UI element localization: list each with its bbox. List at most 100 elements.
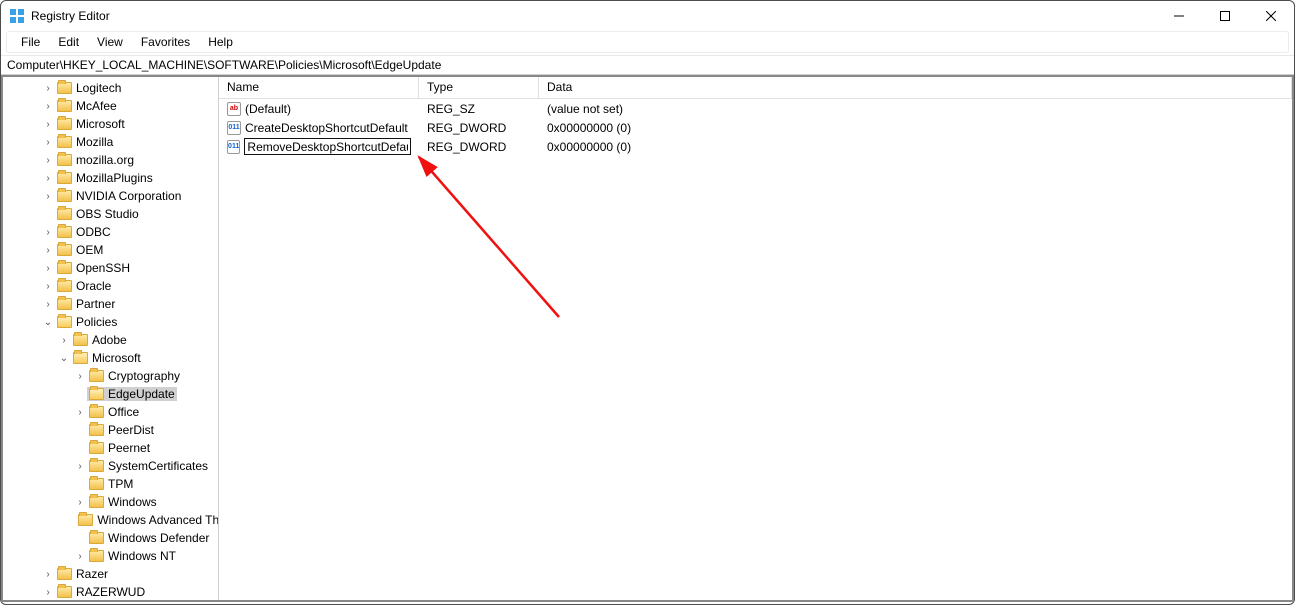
- twisty-blank: ·: [73, 389, 87, 400]
- twisty-blank: ·: [73, 443, 87, 454]
- chevron-right-icon[interactable]: ›: [57, 335, 71, 346]
- string-value-icon: ab: [227, 102, 241, 116]
- list-row[interactable]: ab(Default)REG_SZ(value not set): [219, 99, 1292, 118]
- tree-item[interactable]: › Logitech: [3, 79, 218, 97]
- address-bar[interactable]: Computer\HKEY_LOCAL_MACHINE\SOFTWARE\Pol…: [1, 55, 1294, 75]
- chevron-right-icon[interactable]: ›: [41, 263, 55, 274]
- tree-label: Razer: [75, 567, 108, 581]
- rename-input[interactable]: [244, 138, 411, 155]
- tree-item[interactable]: › mozilla.org: [3, 151, 218, 169]
- tree-item[interactable]: ·EdgeUpdate: [3, 385, 218, 403]
- folder-icon: [89, 406, 104, 418]
- chevron-right-icon[interactable]: ›: [73, 497, 87, 508]
- chevron-right-icon[interactable]: ›: [41, 83, 55, 94]
- value-type: REG_DWORD: [419, 140, 539, 154]
- tree-item[interactable]: › Microsoft: [3, 115, 218, 133]
- tree-label: Windows: [107, 495, 157, 509]
- tree-label: mozilla.org: [75, 153, 134, 167]
- chevron-right-icon[interactable]: ›: [73, 407, 87, 418]
- folder-icon: [57, 136, 72, 148]
- list-body: ab(Default)REG_SZ(value not set)011Creat…: [219, 99, 1292, 600]
- chevron-down-icon[interactable]: ⌄: [57, 353, 71, 364]
- tree-hscroll[interactable]: [3, 586, 218, 600]
- list-row[interactable]: 011REG_DWORD0x00000000 (0): [219, 137, 1292, 156]
- list-row[interactable]: 011CreateDesktopShortcutDefaultREG_DWORD…: [219, 118, 1292, 137]
- close-button[interactable]: [1248, 1, 1294, 31]
- col-header-data[interactable]: Data: [539, 77, 1292, 98]
- folder-icon: [89, 388, 104, 400]
- tree-item[interactable]: ·TPM: [3, 475, 218, 493]
- chevron-right-icon[interactable]: ›: [41, 227, 55, 238]
- tree-item[interactable]: ›NVIDIA Corporation: [3, 187, 218, 205]
- value-name: (Default): [245, 102, 291, 116]
- tree-item[interactable]: ›SystemCertificates: [3, 457, 218, 475]
- tree-item[interactable]: ›Mozilla: [3, 133, 218, 151]
- main-split: ›Logitech›McAfee›Microsoft›Mozilla›mozil…: [1, 75, 1294, 602]
- tree-item[interactable]: ›MozillaPlugins: [3, 169, 218, 187]
- tree-item[interactable]: › Office: [3, 403, 218, 421]
- chevron-right-icon[interactable]: ›: [41, 191, 55, 202]
- tree-label: Windows NT: [107, 549, 176, 563]
- tree-item[interactable]: ›Oracle: [3, 277, 218, 295]
- dword-value-icon: 011: [227, 140, 240, 154]
- tree-label: Peernet: [107, 441, 150, 455]
- folder-icon: [57, 82, 72, 94]
- chevron-right-icon[interactable]: ›: [41, 299, 55, 310]
- col-header-type[interactable]: Type: [419, 77, 539, 98]
- chevron-down-icon[interactable]: ⌄: [41, 317, 55, 328]
- titlebar: Registry Editor: [1, 1, 1294, 31]
- folder-icon: [57, 280, 72, 292]
- tree-item[interactable]: · Peernet: [3, 439, 218, 457]
- chevron-right-icon[interactable]: ›: [41, 119, 55, 130]
- tree-item[interactable]: ›McAfee: [3, 97, 218, 115]
- chevron-right-icon[interactable]: ›: [41, 101, 55, 112]
- tree-item[interactable]: › Razer: [3, 565, 218, 583]
- tree-label: OBS Studio: [75, 207, 139, 221]
- tree-label: Logitech: [75, 81, 121, 95]
- chevron-right-icon[interactable]: ›: [41, 569, 55, 580]
- chevron-right-icon[interactable]: ›: [73, 371, 87, 382]
- tree-item[interactable]: ·Windows Advanced Threat Protection: [3, 511, 218, 529]
- tree-item[interactable]: ⌄Policies: [3, 313, 218, 331]
- chevron-right-icon[interactable]: ›: [41, 281, 55, 292]
- menu-view[interactable]: View: [89, 33, 131, 51]
- app-icon: [9, 8, 25, 24]
- tree-label: Office: [107, 405, 139, 419]
- tree-pane[interactable]: ›Logitech›McAfee›Microsoft›Mozilla›mozil…: [3, 77, 219, 600]
- menu-help[interactable]: Help: [200, 33, 241, 51]
- chevron-right-icon[interactable]: ›: [41, 155, 55, 166]
- tree-label: Cryptography: [107, 369, 180, 383]
- menu-edit[interactable]: Edit: [50, 33, 87, 51]
- chevron-right-icon[interactable]: ›: [41, 137, 55, 148]
- folder-icon: [78, 514, 93, 526]
- tree-item[interactable]: › Windows: [3, 493, 218, 511]
- folder-icon: [57, 298, 72, 310]
- tree-item[interactable]: › Cryptography: [3, 367, 218, 385]
- col-header-name[interactable]: Name: [219, 77, 419, 98]
- tree-label: Microsoft: [75, 117, 125, 131]
- maximize-button[interactable]: [1202, 1, 1248, 31]
- tree-label: TPM: [107, 477, 133, 491]
- menu-favorites[interactable]: Favorites: [133, 33, 198, 51]
- menu-file[interactable]: File: [13, 33, 48, 51]
- tree-item[interactable]: › Windows NT: [3, 547, 218, 565]
- tree-item[interactable]: ›OpenSSH: [3, 259, 218, 277]
- tree-item[interactable]: ·PeerDist: [3, 421, 218, 439]
- tree-item[interactable]: ⌄Microsoft: [3, 349, 218, 367]
- twisty-blank: ·: [73, 425, 87, 436]
- chevron-right-icon[interactable]: ›: [73, 551, 87, 562]
- chevron-right-icon[interactable]: ›: [41, 173, 55, 184]
- tree-item[interactable]: ·Windows Defender: [3, 529, 218, 547]
- tree-item[interactable]: ›ODBC: [3, 223, 218, 241]
- folder-icon: [57, 316, 72, 328]
- window-controls: [1156, 1, 1294, 31]
- chevron-right-icon[interactable]: ›: [41, 245, 55, 256]
- tree-item[interactable]: ›OEM: [3, 241, 218, 259]
- minimize-button[interactable]: [1156, 1, 1202, 31]
- value-name: CreateDesktopShortcutDefault: [245, 121, 408, 135]
- chevron-right-icon[interactable]: ›: [73, 461, 87, 472]
- tree-item[interactable]: ›Adobe: [3, 331, 218, 349]
- tree-item[interactable]: ·OBS Studio: [3, 205, 218, 223]
- folder-icon: [57, 568, 72, 580]
- tree-item[interactable]: ›Partner: [3, 295, 218, 313]
